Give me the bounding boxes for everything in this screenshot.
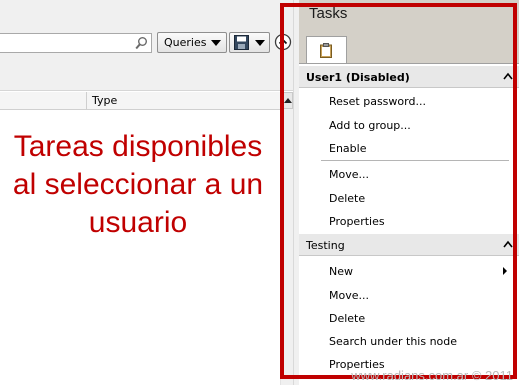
queries-label: Queries: [164, 36, 207, 49]
task-new[interactable]: New: [329, 265, 353, 278]
objects-pane: Queries Type Tareas disponibles al selec…: [0, 0, 293, 385]
section-title: Testing: [306, 239, 345, 252]
search-icon[interactable]: [135, 36, 148, 50]
search-input[interactable]: [0, 33, 152, 53]
annotation-line: Tareas disponibles: [13, 130, 263, 163]
tasks-pane: Tasks User1 (Disabled) Reset password...…: [299, 0, 519, 385]
task-reset-password[interactable]: Reset password...: [329, 95, 426, 108]
task-delete[interactable]: Delete: [329, 312, 365, 325]
scroll-up-arrow-icon[interactable]: [281, 92, 293, 109]
chevron-up-icon[interactable]: [503, 72, 513, 80]
submenu-arrow-icon: [503, 267, 507, 275]
task-separator: [321, 160, 509, 161]
annotation-line: al seleccionar a un: [12, 168, 264, 201]
clipboard-icon: [320, 43, 332, 58]
task-add-to-group[interactable]: Add to group...: [329, 119, 411, 132]
column-header-type[interactable]: Type: [92, 94, 117, 107]
watermark: www.radians.com.ar © 2011: [351, 368, 513, 383]
task-search-under-node[interactable]: Search under this node: [329, 335, 457, 348]
chevron-down-icon: [211, 40, 221, 46]
section-title: User1 (Disabled): [306, 71, 410, 84]
save-dropdown-button[interactable]: [229, 32, 270, 53]
column-divider[interactable]: [86, 92, 87, 110]
chevron-up-icon[interactable]: [503, 240, 513, 248]
save-icon: [234, 35, 249, 50]
tasks-tab[interactable]: [306, 36, 347, 63]
annotation-line: usuario: [88, 206, 188, 239]
tasks-list: User1 (Disabled) Reset password... Add t…: [299, 63, 519, 385]
chevron-down-icon: [255, 40, 265, 46]
collapse-up-icon[interactable]: [274, 33, 292, 51]
section-header-testing[interactable]: Testing: [299, 234, 519, 256]
task-move[interactable]: Move...: [329, 168, 369, 181]
task-enable[interactable]: Enable: [329, 142, 366, 155]
task-move[interactable]: Move...: [329, 289, 369, 302]
section-header-user[interactable]: User1 (Disabled): [299, 66, 519, 88]
task-properties[interactable]: Properties: [329, 215, 385, 228]
toolbar: Queries: [0, 0, 293, 91]
vertical-scrollbar[interactable]: [280, 92, 293, 385]
list-column-header: [0, 92, 293, 110]
task-delete[interactable]: Delete: [329, 192, 365, 205]
annotation-text: Tareas disponibles al seleccionar a un u…: [0, 128, 276, 242]
queries-dropdown-button[interactable]: Queries: [157, 32, 227, 53]
tasks-title: Tasks: [309, 5, 348, 22]
